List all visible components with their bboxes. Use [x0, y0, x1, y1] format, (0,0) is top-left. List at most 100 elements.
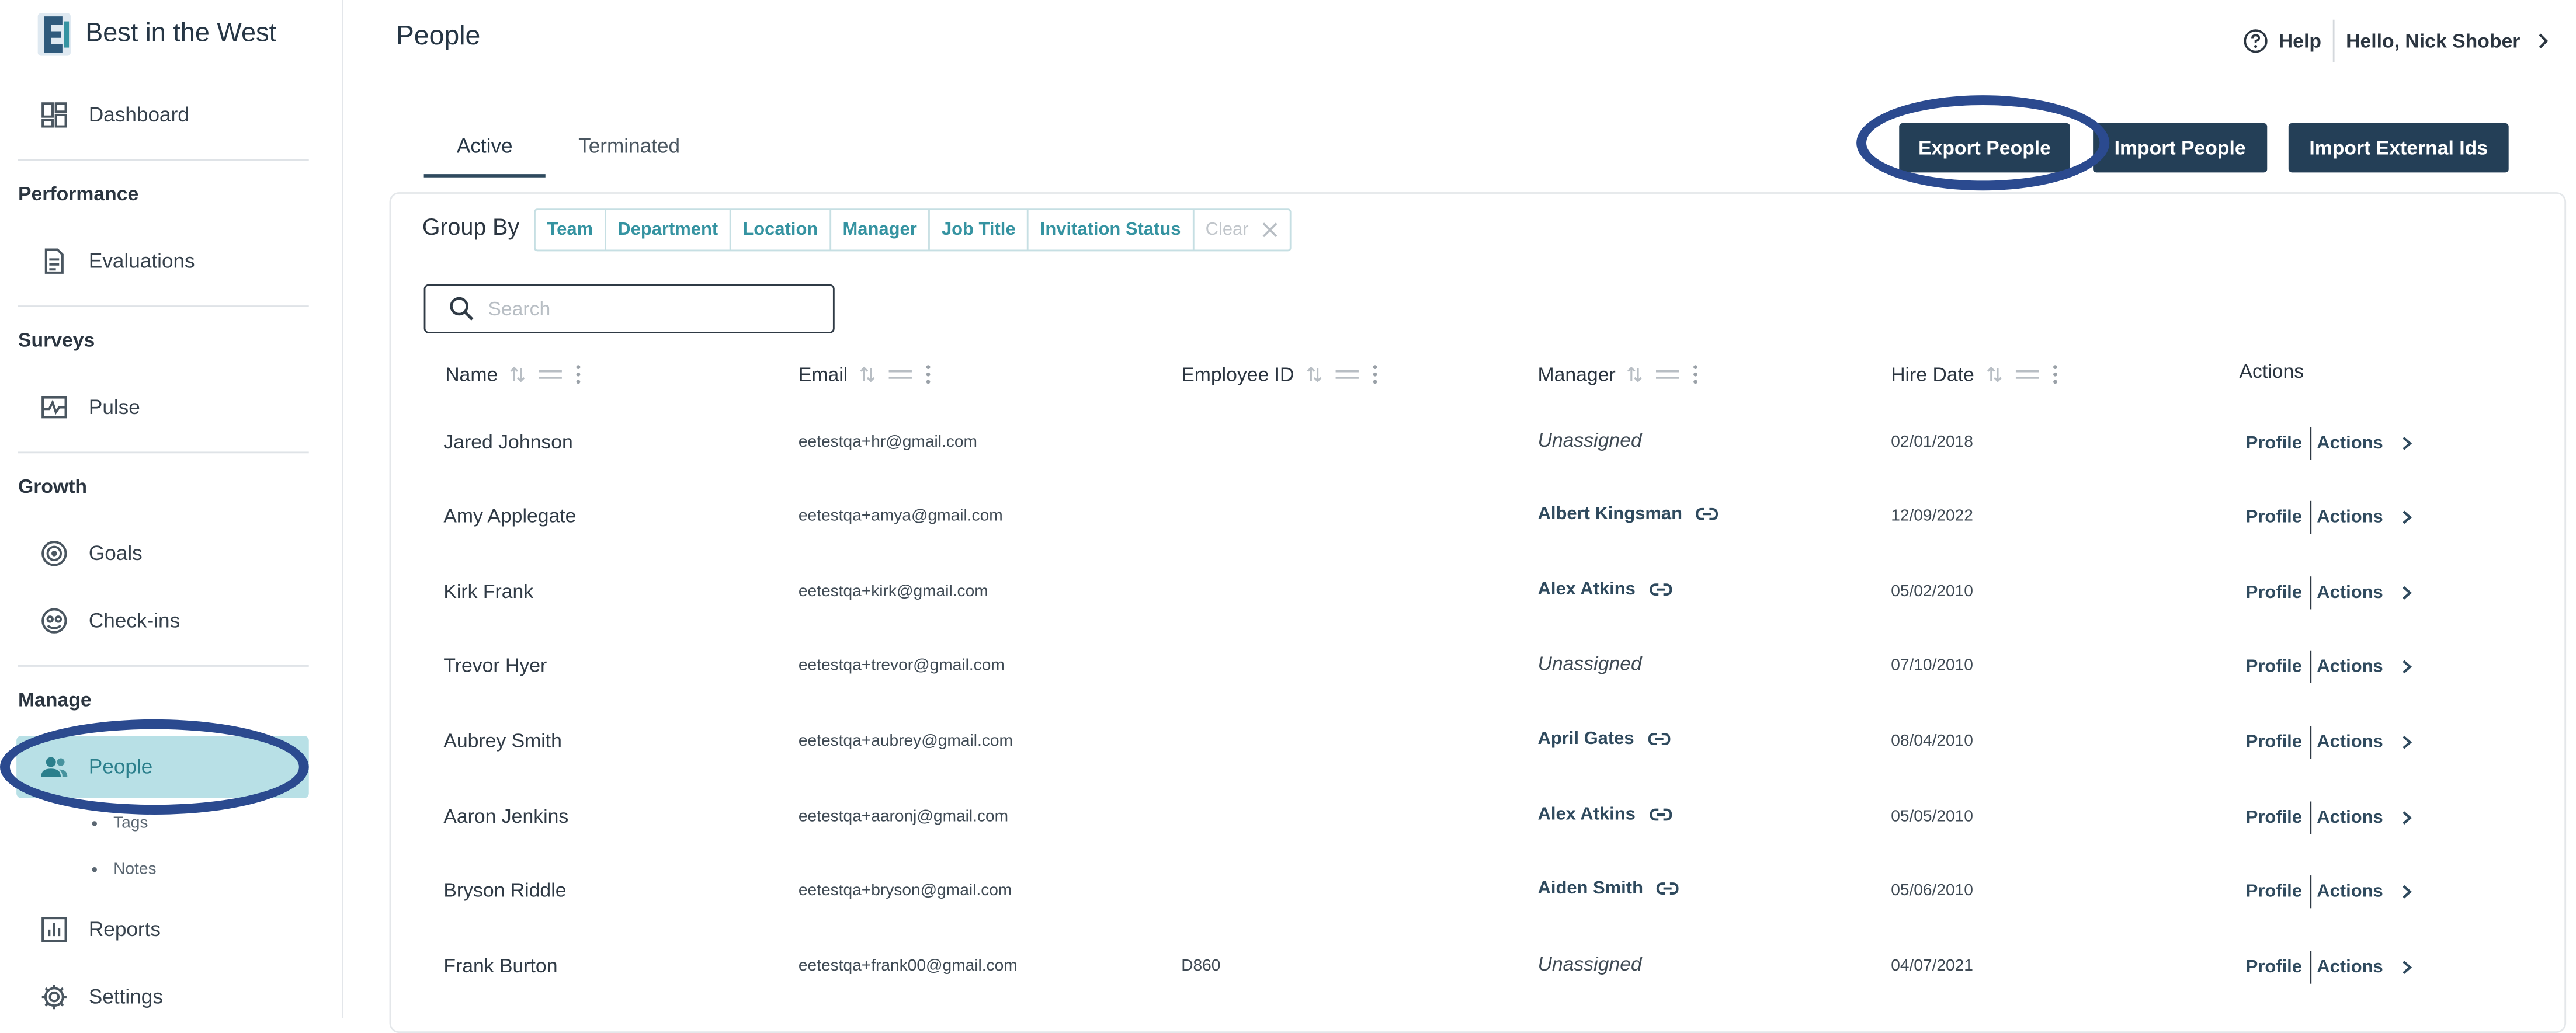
chart-icon — [41, 917, 67, 942]
chip-clear[interactable]: Clear — [1194, 210, 1290, 250]
cell-manager[interactable]: Albert Kingsman — [1538, 504, 1719, 524]
profile-link[interactable]: Profile — [2246, 808, 2302, 828]
more-vertical-icon[interactable] — [2050, 363, 2060, 386]
brand[interactable]: Best in the West — [36, 10, 276, 59]
action-separator — [2310, 500, 2312, 534]
table-row[interactable]: Bryson Riddle eetestqa+bryson@gmail.com … — [443, 875, 2415, 912]
tab-active[interactable]: Active — [423, 130, 546, 178]
column-header-label: Name — [445, 363, 498, 386]
drag-handle-icon[interactable] — [887, 364, 914, 384]
chip-manager[interactable]: Manager — [831, 210, 931, 250]
profile-link[interactable]: Profile — [2246, 732, 2302, 752]
actions-menu[interactable]: Actions — [2317, 958, 2383, 978]
sidebar-item-settings[interactable]: Settings — [40, 979, 163, 1015]
sort-icon[interactable] — [1304, 364, 1324, 384]
sidebar-subitem-tags[interactable]: Tags — [92, 815, 148, 833]
profile-link[interactable]: Profile — [2246, 507, 2302, 527]
table-row[interactable]: Aubrey Smith eetestqa+aubrey@gmail.com A… — [443, 726, 2415, 762]
profile-link[interactable]: Profile — [2246, 434, 2302, 454]
chip-job-title[interactable]: Job Title — [930, 210, 1029, 250]
table-row[interactable]: Amy Applegate eetestqa+amya@gmail.com Al… — [443, 500, 2415, 537]
tab-terminated[interactable]: Terminated — [546, 130, 713, 178]
profile-link[interactable]: Profile — [2246, 882, 2302, 902]
cell-manager[interactable]: Alex Atkins — [1538, 805, 1672, 825]
drag-handle-icon[interactable] — [2013, 364, 2040, 384]
user-menu[interactable]: Hello, Nick Shober — [2346, 30, 2520, 53]
drag-handle-icon[interactable] — [537, 364, 564, 384]
chevron-right-icon[interactable] — [2533, 31, 2553, 51]
cell-manager[interactable]: Aiden Smith — [1538, 879, 1679, 898]
cell-manager[interactable]: Alex Atkins — [1538, 580, 1672, 600]
drag-handle-icon[interactable] — [1655, 364, 1681, 384]
column-header-email[interactable]: Email — [799, 363, 933, 386]
help-icon[interactable] — [2242, 28, 2269, 54]
link-icon[interactable] — [1696, 506, 1719, 522]
table-row[interactable]: Trevor Hyer eetestqa+trevor@gmail.com Un… — [443, 650, 2415, 686]
chevron-right-icon[interactable] — [2398, 585, 2414, 601]
chip-location[interactable]: Location — [731, 210, 831, 250]
more-vertical-icon[interactable] — [1691, 363, 1701, 386]
chip-department[interactable]: Department — [606, 210, 731, 250]
table-row[interactable]: Frank Burton eetestqa+frank00@gmail.com … — [443, 951, 2415, 987]
chevron-right-icon[interactable] — [2398, 810, 2414, 826]
link-icon[interactable] — [1647, 731, 1670, 747]
profile-link[interactable]: Profile — [2246, 583, 2302, 603]
actions-menu[interactable]: Actions — [2317, 507, 2383, 527]
chevron-right-icon[interactable] — [2398, 509, 2414, 526]
chip-invitation-status[interactable]: Invitation Status — [1029, 210, 1194, 250]
chevron-right-icon[interactable] — [2398, 734, 2414, 750]
sidebar-item-label: Dashboard — [88, 103, 189, 127]
sidebar-item-evaluations[interactable]: Evaluations — [40, 243, 195, 279]
sidebar-subitem-notes[interactable]: Notes — [92, 861, 157, 879]
column-header-name[interactable]: Name — [445, 363, 583, 386]
cell-manager[interactable]: Unassigned — [1538, 652, 1642, 675]
search-input[interactable] — [484, 295, 820, 322]
sort-icon[interactable] — [1626, 364, 1645, 384]
link-icon[interactable] — [1648, 582, 1671, 598]
import-external-ids-button[interactable]: Import External Ids — [2288, 123, 2509, 173]
export-people-button[interactable]: Export People — [1899, 123, 2070, 173]
actions-menu[interactable]: Actions — [2317, 657, 2383, 677]
drag-handle-icon[interactable] — [1334, 364, 1360, 384]
divider — [18, 159, 309, 161]
column-header-hire-date[interactable]: Hire Date — [1891, 363, 2060, 386]
more-vertical-icon[interactable] — [924, 363, 933, 386]
table-row[interactable]: Aaron Jenkins eetestqa+aaronj@gmail.com … — [443, 801, 2415, 837]
sidebar-item-checkins[interactable]: Check-ins — [40, 603, 180, 639]
import-people-button[interactable]: Import People — [2093, 123, 2268, 173]
chevron-right-icon[interactable] — [2398, 659, 2414, 675]
sidebar-item-goals[interactable]: Goals — [40, 535, 143, 572]
cell-manager[interactable]: Unassigned — [1538, 429, 1642, 451]
actions-menu[interactable]: Actions — [2317, 434, 2383, 454]
column-header-manager[interactable]: Manager — [1538, 363, 1701, 386]
link-icon[interactable] — [1648, 806, 1671, 823]
actions-menu[interactable]: Actions — [2317, 882, 2383, 902]
cell-manager[interactable]: April Gates — [1538, 729, 1671, 749]
actions-menu[interactable]: Actions — [2317, 583, 2383, 603]
cell-manager[interactable]: Unassigned — [1538, 952, 1642, 975]
sidebar-item-pulse[interactable]: Pulse — [40, 389, 140, 426]
more-vertical-icon[interactable] — [574, 363, 584, 386]
actions-menu[interactable]: Actions — [2317, 808, 2383, 828]
sort-icon[interactable] — [508, 364, 527, 384]
sort-icon[interactable] — [857, 364, 877, 384]
chip-team[interactable]: Team — [536, 210, 606, 250]
sidebar-item-reports[interactable]: Reports — [40, 912, 161, 948]
actions-menu[interactable]: Actions — [2317, 732, 2383, 752]
chevron-right-icon[interactable] — [2398, 884, 2414, 900]
sidebar-item-dashboard[interactable]: Dashboard — [40, 97, 189, 133]
profile-link[interactable]: Profile — [2246, 657, 2302, 677]
table-row[interactable]: Kirk Frank eetestqa+kirk@gmail.com Alex … — [443, 576, 2415, 613]
link-icon[interactable] — [1656, 881, 1679, 897]
chevron-right-icon[interactable] — [2398, 959, 2414, 976]
help-link[interactable]: Help — [2279, 30, 2321, 53]
profile-link[interactable]: Profile — [2246, 958, 2302, 978]
sidebar-item-people[interactable]: People — [40, 749, 152, 785]
chevron-right-icon[interactable] — [2398, 435, 2414, 451]
sort-icon[interactable] — [1984, 364, 2004, 384]
bullet — [92, 867, 97, 872]
sidebar-item-label: Pulse — [88, 395, 140, 419]
more-vertical-icon[interactable] — [1370, 363, 1380, 386]
column-header-employee-id[interactable]: Employee ID — [1181, 363, 1379, 386]
table-row[interactable]: Jared Johnson eetestqa+hr@gmail.com Unas… — [443, 427, 2415, 463]
